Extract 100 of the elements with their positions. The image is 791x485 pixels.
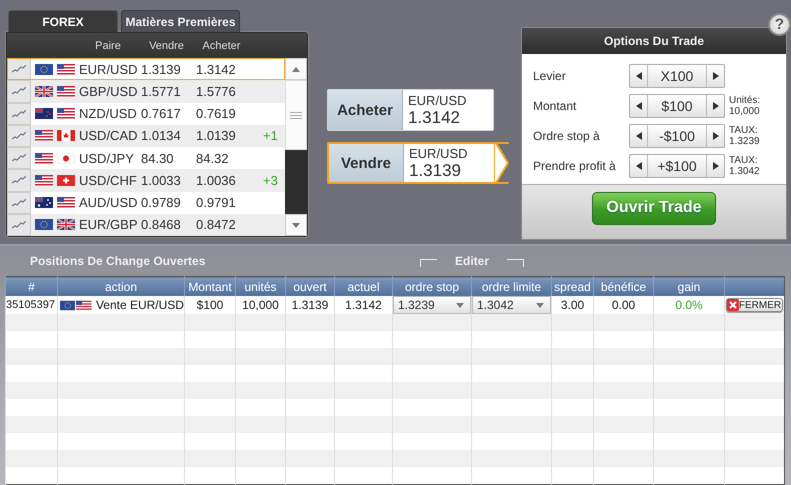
buy-price: 1.0139 [196, 128, 237, 144]
arrow-tip-icon [494, 142, 509, 184]
scroll-up-button[interactable] [285, 58, 307, 80]
column-header: action [58, 276, 184, 296]
buy-price: 1.0036 [196, 172, 237, 188]
stepper-field[interactable]: X100 [629, 64, 725, 88]
pair-row[interactable]: EUR/USD 1.3139 1.3142 [7, 58, 285, 80]
column-header: Acheter [202, 40, 242, 52]
note-value: 10,000 [729, 106, 760, 117]
right-arrow-icon [712, 132, 718, 140]
dropdown[interactable]: 1.3042 [472, 296, 551, 314]
table-cell: Vente EUR/USD [96, 298, 184, 312]
chart-button[interactable] [7, 214, 31, 236]
sell-price: 84.30 [141, 150, 175, 166]
pair-row[interactable]: NZD/USD 0.7617 0.7619 [7, 102, 285, 125]
stepper-field[interactable]: +$100 [629, 154, 725, 178]
tab[interactable]: Matières Premières [121, 10, 240, 32]
pair-name: GBP/USD [78, 84, 139, 99]
pair-name: EUR/USD [78, 62, 139, 77]
caret-icon [456, 302, 464, 308]
pair-name: USD/CAD [78, 128, 139, 144]
scroll-down-button[interactable] [285, 214, 307, 236]
dropdown[interactable]: 1.3239 [393, 296, 471, 314]
left-arrow-icon [636, 72, 642, 80]
chart-button[interactable] [7, 124, 31, 147]
price-change: +1 [262, 128, 279, 144]
column-header: ordre limite [472, 276, 552, 296]
line-chart-icon [12, 198, 26, 207]
help-button[interactable]: ? [768, 13, 791, 36]
left-arrow-icon [636, 132, 642, 140]
buy-price: 0.9791 [196, 195, 237, 210]
tab[interactable]: FOREX [8, 10, 118, 32]
field-label: Levier [533, 69, 567, 83]
pair-row[interactable]: USD/JPY 84.30 84.32 [7, 147, 285, 170]
buy-price: 84.32 [196, 150, 230, 166]
sell-price: 0.8468 [141, 217, 182, 232]
chart-button[interactable] [7, 58, 31, 80]
line-chart-icon [12, 154, 26, 162]
line-chart-icon [12, 132, 26, 140]
sell-price: 0.9789 [141, 195, 182, 210]
note-value: 1.3042 [729, 166, 760, 177]
column-header: Paire [94, 40, 122, 52]
chart-button[interactable] [7, 147, 31, 170]
column-header: spread [552, 276, 594, 296]
line-chart-icon [12, 220, 26, 229]
panel-title: Options Du Trade [522, 28, 786, 54]
pair-row[interactable]: USD/CAD 1.0134 1.0139 +1 [7, 124, 285, 147]
pair-row[interactable]: AUD/USD 0.9789 0.9791 [7, 192, 285, 214]
note-label: TAUX: [729, 125, 759, 136]
field-label: Prendre profit à [533, 159, 617, 173]
column-header: ouvert [286, 276, 334, 296]
buy-price: 0.7619 [196, 106, 237, 122]
pair-name: USD/JPY [78, 150, 135, 166]
note-label: TAUX: [729, 155, 759, 166]
right-arrow-icon [712, 162, 718, 170]
pair-name: USD/CHF [78, 172, 138, 188]
up-arrow-icon [292, 66, 300, 72]
pair-row[interactable]: USD/CHF 1.0033 1.0036 +3 [7, 169, 285, 192]
pair-name: AUD/USD [78, 195, 139, 210]
note-value: 1.3239 [729, 136, 760, 147]
stepper-field[interactable]: -$100 [629, 124, 725, 148]
right-arrow-icon [712, 102, 718, 110]
section-title: Positions De Change Ouvertes [30, 254, 206, 268]
field-label: Montant [533, 99, 578, 113]
left-arrow-icon [636, 162, 642, 170]
column-header: ordre stop [392, 276, 472, 296]
trade-button[interactable]: Vendre EUR/USD 1.3139 [327, 142, 509, 184]
column-header: unités [236, 276, 286, 296]
line-chart-icon [12, 110, 26, 118]
pair-row[interactable]: GBP/USD 1.5771 1.5776 [7, 80, 285, 102]
right-arrow-icon [712, 72, 718, 80]
edit-label: Editer [455, 254, 490, 268]
caret-icon [536, 302, 544, 308]
pair-name: EUR/GBP [78, 217, 139, 232]
chart-button[interactable] [7, 169, 31, 192]
chart-button[interactable] [7, 102, 31, 125]
pair-name: NZD/USD [78, 106, 138, 122]
down-arrow-icon [292, 222, 300, 228]
sell-price: 0.7617 [141, 106, 182, 122]
column-header: # [6, 276, 58, 296]
sell-price: 1.3139 [141, 62, 182, 77]
column-header: Montant [184, 276, 236, 296]
close-button[interactable]: FERMER [726, 298, 784, 312]
pair-row[interactable]: EUR/GBP 0.8468 0.8472 [7, 214, 285, 236]
scrollbar-thumb[interactable] [285, 80, 307, 150]
buy-price: 1.3142 [196, 62, 237, 77]
line-chart-icon [12, 65, 26, 74]
column-header: Vendre [148, 40, 185, 52]
field-label: Ordre stop à [533, 129, 601, 143]
chart-button[interactable] [7, 192, 31, 214]
buy-price: 1.5776 [196, 84, 237, 99]
line-chart-icon [12, 176, 26, 184]
stepper-field[interactable]: $100 [629, 94, 725, 118]
sell-price: 1.0033 [141, 172, 182, 188]
line-chart-icon [12, 87, 26, 96]
left-arrow-icon [636, 102, 642, 110]
chart-button[interactable] [7, 80, 31, 102]
column-header: bénéfice [594, 276, 654, 296]
column-header: gain [654, 276, 724, 296]
buy-price: 0.8472 [196, 217, 237, 232]
